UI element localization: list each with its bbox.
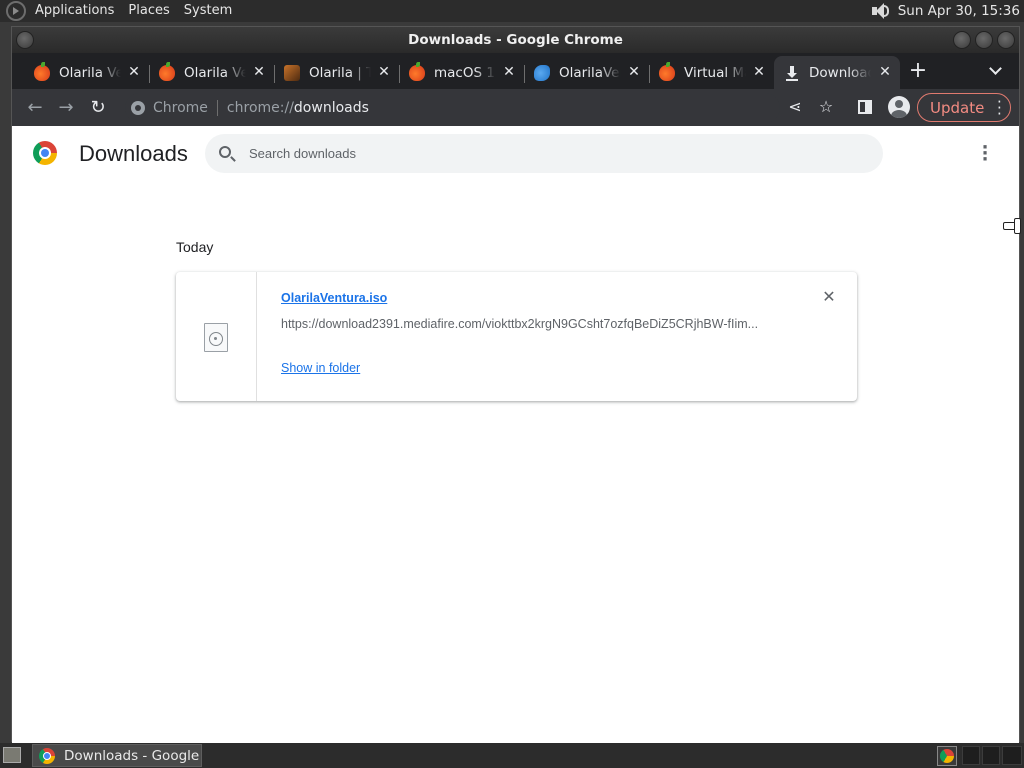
chrome-window: Downloads - Google Chrome Olarila Ventur… xyxy=(11,26,1021,743)
gnome-foot-icon[interactable] xyxy=(6,1,26,21)
omnibox-divider xyxy=(216,100,218,116)
download-file-name-link[interactable]: OlarilaVentura.iso xyxy=(281,291,387,305)
date-header: Today xyxy=(176,239,214,255)
more-options-icon[interactable]: · · · xyxy=(978,139,992,169)
profile-avatar-icon[interactable] xyxy=(888,96,910,118)
close-tab-icon[interactable]: ✕ xyxy=(377,65,391,79)
download-source-url[interactable]: https://download2391.mediafire.com/viokt… xyxy=(281,317,786,331)
new-tab-button[interactable]: + xyxy=(907,60,929,83)
update-label: Update xyxy=(930,98,985,117)
volume-icon[interactable] xyxy=(868,2,890,20)
tab-downloads[interactable]: Downloads ✕ xyxy=(774,56,900,89)
close-tab-icon[interactable]: ✕ xyxy=(752,65,766,79)
brush-icon xyxy=(284,64,300,81)
download-icon xyxy=(784,65,800,81)
window-titlebar[interactable]: Downloads - Google Chrome xyxy=(12,27,1019,53)
close-tab-icon[interactable]: ✕ xyxy=(878,65,892,79)
places-menu[interactable]: Places xyxy=(121,0,176,22)
search-box[interactable] xyxy=(205,134,883,173)
apple-icon xyxy=(34,61,50,81)
browser-toolbar: ← → ↻ Chrome chrome:// downloads ⋖ ☆ Upd… xyxy=(12,89,1019,126)
applications-menu[interactable]: Applications xyxy=(28,0,121,22)
workspace-switcher-1[interactable] xyxy=(962,746,980,765)
tab-olarila-ventura-1[interactable]: Olarila Ventura ✕ xyxy=(24,56,149,89)
close-tab-icon[interactable]: ✕ xyxy=(252,65,266,79)
close-tab-icon[interactable]: ✕ xyxy=(127,65,141,79)
side-panel-icon[interactable] xyxy=(858,100,872,114)
chrome-icon xyxy=(39,747,55,764)
page-title: Downloads xyxy=(79,141,188,166)
window-menu-button[interactable] xyxy=(16,31,34,49)
workspace-switcher-2[interactable] xyxy=(982,746,1000,765)
close-tab-icon[interactable]: ✕ xyxy=(627,65,641,79)
top-panel: Applications Places System Sun Apr 30, 1… xyxy=(0,0,1024,22)
tab-olarila-th[interactable]: Olarila | Th ✕ xyxy=(274,56,399,89)
omnibox-scheme: chrome:// xyxy=(226,100,294,116)
system-menu[interactable]: System xyxy=(177,0,239,22)
address-bar[interactable]: Chrome chrome:// downloads xyxy=(125,93,780,123)
tab-olarilaventura[interactable]: OlarilaVentura ✕ xyxy=(524,56,649,89)
tab-olarila-ventura-2[interactable]: Olarila Ventura ✕ xyxy=(149,56,274,89)
chrome-logo-icon xyxy=(33,141,57,165)
taskbar-item-chrome[interactable]: Downloads - Google ... xyxy=(32,744,202,767)
maximize-button[interactable] xyxy=(975,31,993,49)
downloads-page: Downloads ··· Today OlarilaVentura.iso h… xyxy=(12,126,1021,743)
system-tray: Sun Apr 30, 15:36 xyxy=(868,0,1024,22)
omnibox-host: downloads xyxy=(293,100,369,116)
apple-icon xyxy=(659,61,675,81)
tab-strip: Olarila Ventura ✕ Olarila Ventura ✕ Olar… xyxy=(12,53,1019,89)
tab-label: Downloads xyxy=(809,64,871,81)
tray-chrome-icon[interactable] xyxy=(937,746,957,766)
tab-label: Virtual Machine xyxy=(684,64,746,81)
close-tab-icon[interactable]: ✕ xyxy=(502,65,516,79)
apple-icon xyxy=(409,61,425,81)
tab-label: Olarila Ventura xyxy=(59,64,121,81)
omnibox-origin-chip: Chrome xyxy=(153,100,208,116)
tab-macos-13[interactable]: macOS 13 ✕ xyxy=(399,56,524,89)
minimize-button[interactable] xyxy=(953,31,971,49)
show-desktop-icon[interactable] xyxy=(3,747,21,763)
bottom-panel: Downloads - Google ... xyxy=(0,743,1024,768)
search-input[interactable] xyxy=(249,134,849,173)
share-icon[interactable]: ⋖ xyxy=(785,97,805,117)
tab-label: OlarilaVentura xyxy=(559,64,621,81)
update-button[interactable]: Update · · · xyxy=(917,93,1011,122)
tab-label: macOS 13 xyxy=(434,64,496,81)
reload-icon[interactable]: ↻ xyxy=(87,97,109,119)
bird-icon xyxy=(534,64,550,81)
chrome-menu-icon[interactable]: · · · xyxy=(997,95,1002,122)
tab-virtual-machine[interactable]: Virtual Machine ✕ xyxy=(649,56,774,89)
mouse-pointer-hand-icon xyxy=(1003,218,1021,234)
file-icon-area xyxy=(176,272,257,401)
clock[interactable]: Sun Apr 30, 15:36 xyxy=(898,3,1024,19)
remove-download-close-icon[interactable]: ✕ xyxy=(821,289,837,305)
tab-search-chevron-icon[interactable] xyxy=(989,63,1003,77)
search-icon xyxy=(219,146,231,158)
tab-label: Olarila Ventura xyxy=(184,64,246,81)
back-arrow-icon[interactable]: ← xyxy=(24,97,46,119)
disc-image-file-icon xyxy=(204,323,228,352)
download-item-card: OlarilaVentura.iso https://download2391.… xyxy=(176,272,857,401)
chrome-site-icon[interactable] xyxy=(131,101,145,115)
workspace-switcher-3[interactable] xyxy=(1002,746,1022,765)
forward-arrow-icon[interactable]: → xyxy=(55,97,77,119)
window-title: Downloads - Google Chrome xyxy=(408,32,623,48)
taskbar-label: Downloads - Google ... xyxy=(64,747,201,764)
show-in-folder-link[interactable]: Show in folder xyxy=(281,361,360,375)
apple-icon xyxy=(159,61,175,81)
bookmark-star-icon[interactable]: ☆ xyxy=(816,97,836,117)
close-window-button[interactable] xyxy=(997,31,1015,49)
tab-label: Olarila | Th xyxy=(309,64,371,81)
